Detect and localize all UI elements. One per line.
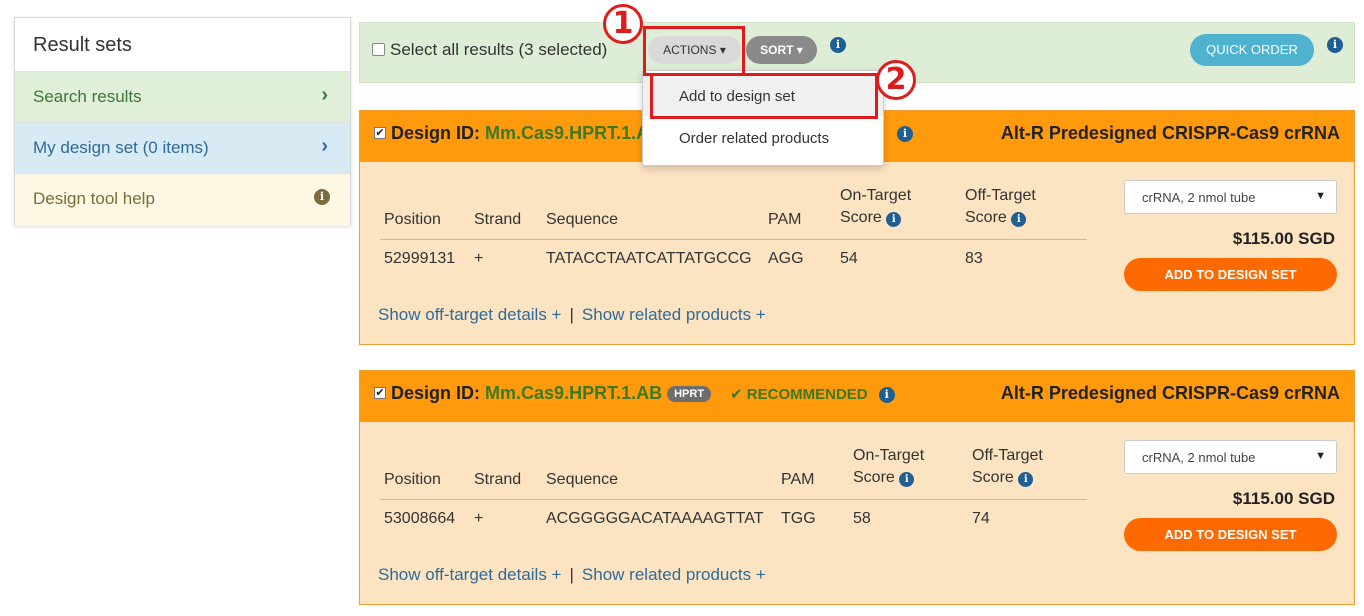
design-id-link[interactable]: Mm.Cas9.HPRT.1.AB — [485, 383, 662, 403]
cell-position: 53008664 — [384, 510, 456, 527]
col-header-off-target: Off-Target Score i — [965, 187, 1036, 227]
info-icon[interactable]: i — [1327, 37, 1343, 53]
design-id-link[interactable]: Mm.Cas9.HPRT.1.A — [485, 123, 649, 143]
cell-sequence: ACGGGGGACATAAAAGTTAT — [546, 510, 764, 527]
price-label: $115.00 SGD — [1232, 489, 1335, 508]
col-header-sequence: Sequence — [546, 211, 619, 228]
info-icon: i — [314, 189, 330, 205]
result-sets-sidebar: Result sets Search results › My design s… — [14, 17, 351, 226]
result-checkbox[interactable]: ✔ — [374, 127, 386, 139]
result-checkbox[interactable]: ✔ — [374, 387, 386, 399]
product-title: Alt-R Predesigned CRISPR-Cas9 crRNA — [1000, 383, 1340, 403]
col-header-pam: PAM — [768, 211, 802, 228]
sidebar-title: Result sets — [15, 18, 350, 72]
result-card-header: ✔ Design ID: Mm.Cas9.HPRT.1.AB HPRT ✔ RE… — [360, 371, 1354, 422]
select-all-label: Select all results (3 selected) — [390, 40, 608, 59]
menu-item-order-related-products[interactable]: Order related products — [643, 116, 883, 160]
cell-pam: AGG — [768, 250, 804, 267]
col-header-on-target: On-Target Score i — [853, 447, 924, 487]
col-header-on-target-line2: Score — [840, 209, 882, 226]
design-id: Design ID: Mm.Cas9.HPRT.1.A — [391, 123, 649, 144]
info-icon[interactable]: i — [1018, 472, 1034, 487]
sidebar-item-label: Design tool help — [33, 189, 155, 208]
info-icon[interactable]: i — [830, 37, 846, 53]
col-header-position: Position — [384, 211, 441, 228]
product-format-value: crRNA, 2 nmol tube — [1142, 450, 1256, 465]
result-card: ✔ Design ID: Mm.Cas9.HPRT.1.AB HPRT ✔ RE… — [359, 370, 1355, 605]
sidebar-item-label: My design set (0 items) — [33, 138, 209, 157]
cell-off-target: 83 — [965, 250, 983, 267]
caret-down-icon: ▼ — [1315, 450, 1326, 462]
info-icon[interactable]: i — [899, 472, 915, 487]
caret-down-icon: ▼ — [1315, 190, 1326, 202]
link-separator: | — [569, 305, 574, 324]
product-format-select[interactable]: crRNA, 2 nmol tube ▼ — [1124, 180, 1337, 214]
result-links: Show off-target details + | Show related p… — [378, 565, 766, 585]
col-header-on-target: On-Target Score i — [840, 187, 911, 227]
sidebar-item-my-design-set[interactable]: My design set (0 items) › — [15, 123, 350, 174]
cell-strand: + — [474, 250, 484, 267]
cell-strand: + — [474, 510, 484, 527]
col-header-sequence: Sequence — [546, 471, 619, 488]
design-id: Design ID: Mm.Cas9.HPRT.1.AB HPRT ✔ RECO… — [391, 383, 895, 404]
quick-order-button[interactable]: QUICK ORDER — [1190, 34, 1314, 66]
design-id-label: Design ID: — [391, 123, 481, 143]
col-header-off-target-line1: Off-Target — [965, 187, 1036, 204]
col-header-on-target-line1: On-Target — [853, 447, 925, 464]
col-header-on-target-line2: Score — [853, 469, 895, 486]
col-header-off-target-line1: Off-Target — [972, 447, 1043, 464]
show-related-products-link[interactable]: Show related products + — [582, 305, 766, 324]
gene-badge: HPRT — [667, 386, 712, 402]
sidebar-item-search-results[interactable]: Search results › — [15, 72, 350, 123]
chevron-right-icon: › — [321, 84, 328, 106]
annotation-number-1: 1 — [603, 4, 643, 44]
product-format-value: crRNA, 2 nmol tube — [1142, 190, 1256, 205]
recommended-label: ✔ RECOMMENDED — [730, 386, 868, 403]
price-label: $115.00 SGD — [1232, 229, 1335, 248]
info-icon[interactable]: i — [1011, 212, 1027, 227]
link-separator: | — [569, 565, 574, 584]
cell-position: 52999131 — [384, 250, 456, 267]
show-off-target-details-link[interactable]: Show off-target details + — [378, 565, 562, 584]
annotation-box-actions — [643, 26, 745, 76]
result-links: Show off-target details + | Show related p… — [378, 305, 766, 325]
sort-button[interactable]: SORT ▾ — [746, 36, 817, 64]
col-header-pam: PAM — [781, 471, 815, 488]
add-to-design-set-button[interactable]: ADD TO DESIGN SET — [1124, 518, 1337, 551]
col-header-off-target-line2: Score — [972, 469, 1014, 486]
cell-off-target: 74 — [972, 510, 990, 527]
chevron-right-icon: › — [321, 135, 328, 157]
cell-pam: TGG — [781, 510, 816, 527]
show-related-products-link[interactable]: Show related products + — [582, 565, 766, 584]
table-divider — [380, 499, 1087, 500]
annotation-number-2: 2 — [876, 60, 916, 100]
col-header-off-target: Off-Target Score i — [972, 447, 1043, 487]
col-header-position: Position — [384, 471, 441, 488]
info-icon[interactable]: i — [897, 126, 913, 142]
cell-on-target: 54 — [840, 250, 858, 267]
product-format-select[interactable]: crRNA, 2 nmol tube ▼ — [1124, 440, 1337, 474]
sidebar-item-label: Search results — [33, 87, 142, 106]
col-header-strand: Strand — [474, 211, 522, 228]
col-header-strand: Strand — [474, 471, 522, 488]
select-all-checkbox[interactable] — [372, 43, 385, 56]
info-icon[interactable]: i — [886, 212, 902, 227]
cell-on-target: 58 — [853, 510, 871, 527]
col-header-on-target-line1: On-Target — [840, 187, 912, 204]
add-to-design-set-button[interactable]: ADD TO DESIGN SET — [1124, 258, 1337, 291]
cell-sequence: TATACCTAATCATTATGCCG — [546, 250, 752, 267]
design-id-label: Design ID: — [391, 383, 481, 403]
show-off-target-details-link[interactable]: Show off-target details + — [378, 305, 562, 324]
sidebar-item-design-tool-help[interactable]: Design tool help i — [15, 174, 350, 226]
table-divider — [380, 239, 1087, 240]
annotation-box-add-to-design-set — [650, 73, 878, 119]
info-icon[interactable]: i — [878, 387, 895, 403]
col-header-off-target-line2: Score — [965, 209, 1007, 226]
product-title: Alt-R Predesigned CRISPR-Cas9 crRNA — [1000, 123, 1340, 143]
